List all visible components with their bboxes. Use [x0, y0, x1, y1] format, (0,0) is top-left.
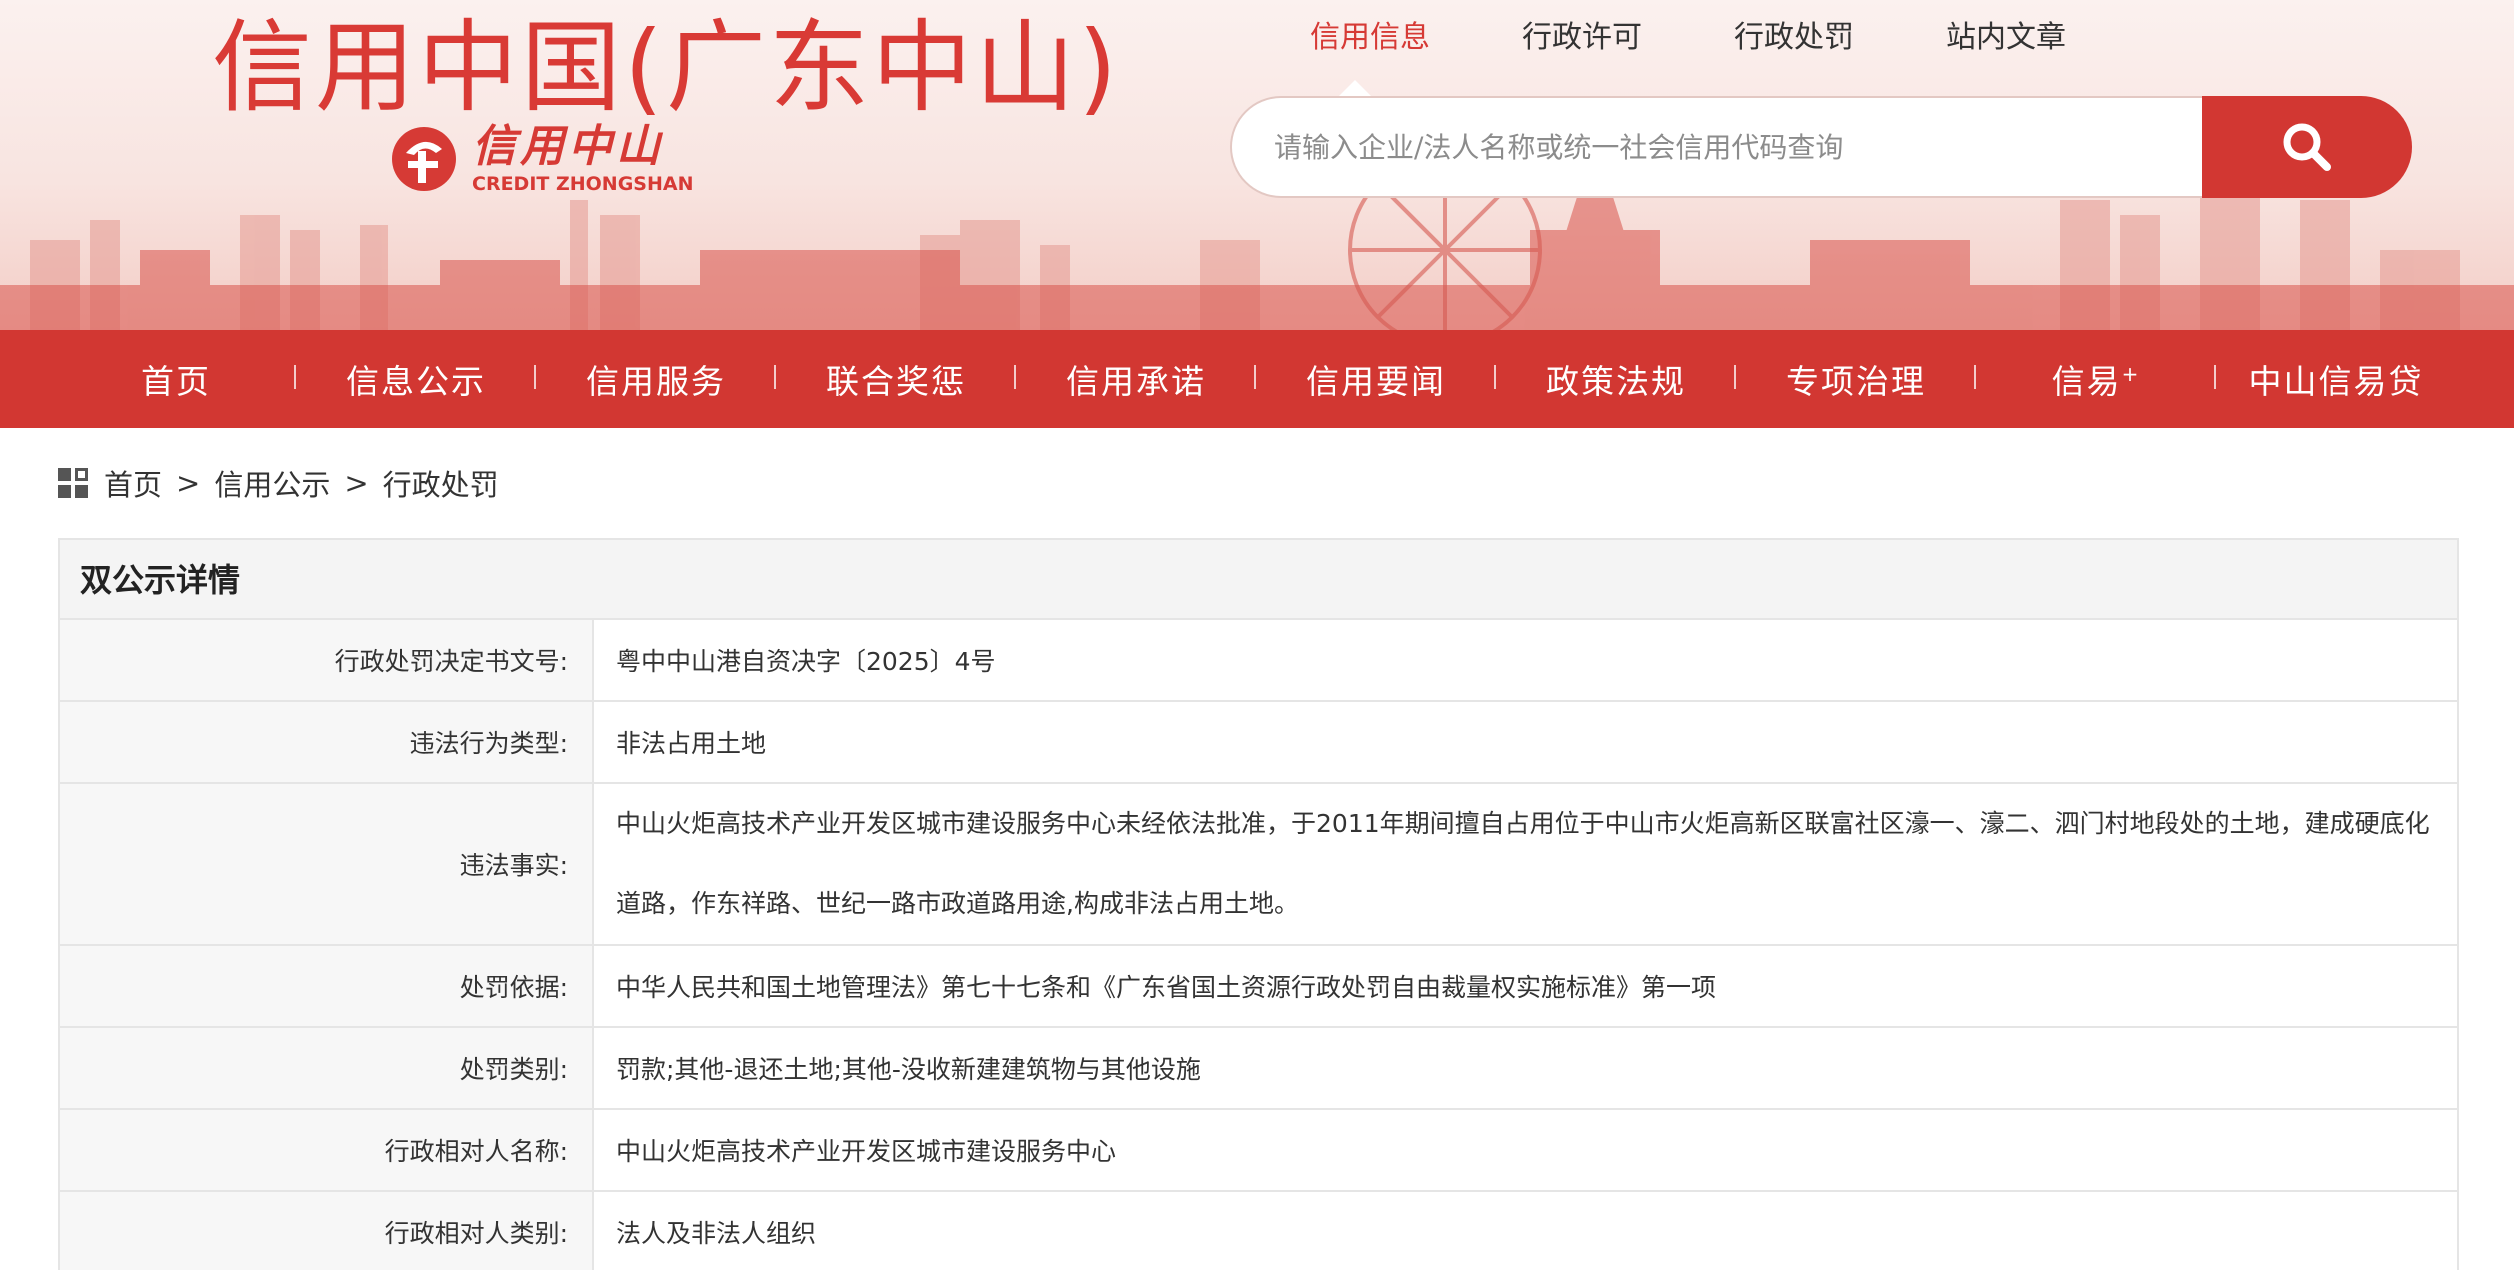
- table-row: 行政处罚决定书文号: 粤中中山港自资决字〔2025〕4号: [60, 620, 2457, 702]
- main-nav-special-governance[interactable]: 专项治理: [1736, 355, 1976, 403]
- top-nav-credit-info[interactable]: 信用信息: [1310, 16, 1430, 60]
- row-value: 中华人民共和国土地管理法》第七十七条和《广东省国土资源行政处罚自由裁量权实施标准…: [616, 973, 1717, 1002]
- top-nav: 信用信息 行政许可 行政处罚 站内文章: [1310, 16, 2066, 60]
- xinyi-plus-suffix: +: [2121, 362, 2141, 386]
- breadcrumb-separator: >: [176, 466, 201, 500]
- row-value: 粤中中山港自资决字〔2025〕4号: [616, 647, 996, 676]
- top-nav-site-articles[interactable]: 站内文章: [1946, 16, 2066, 60]
- row-label: 违法行为类型:: [60, 702, 594, 782]
- row-label: 违法事实:: [60, 784, 594, 944]
- credit-zhongshan-logo-icon: [392, 127, 456, 191]
- main-nav-xinyi-plus[interactable]: 信易+: [1976, 355, 2216, 403]
- top-nav-admin-license[interactable]: 行政许可: [1522, 16, 1642, 60]
- breadcrumb-home[interactable]: 首页: [104, 462, 162, 504]
- grid-icon: [58, 468, 88, 498]
- table-row: 行政相对人名称: 中山火炬高技术产业开发区城市建设服务中心: [60, 1110, 2457, 1192]
- main-nav-info-disclosure[interactable]: 信息公示: [296, 355, 536, 403]
- row-label: 处罚依据:: [60, 946, 594, 1026]
- main-nav-zhongshan-xinyidai[interactable]: 中山信易贷: [2216, 355, 2456, 403]
- row-label: 处罚类别:: [60, 1028, 594, 1108]
- row-value: 罚款;其他-退还土地;其他-没收新建建筑物与其他设施: [616, 1055, 1201, 1084]
- row-value: 法人及非法人组织: [616, 1219, 817, 1248]
- logo-chinese-text: 信用中山: [472, 121, 664, 172]
- main-nav: 首页 信息公示 信用服务 联合奖惩 信用承诺 信用要闻 政策法规 专项治理 信易…: [0, 330, 2514, 428]
- site-logo[interactable]: 信用中山 CREDIT ZHONGSHAN: [388, 122, 694, 196]
- table-row: 处罚类别: 罚款;其他-退还土地;其他-没收新建建筑物与其他设施: [60, 1028, 2457, 1110]
- breadcrumb: 首页 > 信用公示 > 行政处罚: [58, 462, 499, 504]
- breadcrumb-separator: >: [344, 466, 369, 500]
- row-label: 行政处罚决定书文号:: [60, 620, 594, 700]
- table-row: 违法行为类型: 非法占用土地: [60, 702, 2457, 784]
- site-header: 信用中国(广东中山) 信用中山 CREDIT ZHONGSHAN 信用信息 行政…: [0, 0, 2514, 330]
- top-nav-admin-penalty[interactable]: 行政处罚: [1734, 16, 1854, 60]
- logo-english-text: CREDIT ZHONGSHAN: [472, 173, 694, 195]
- breadcrumb-credit-disclosure[interactable]: 信用公示: [214, 462, 330, 504]
- row-value: 中山火炬高技术产业开发区城市建设服务中心: [616, 1137, 1117, 1166]
- main-nav-credit-commitment[interactable]: 信用承诺: [1016, 355, 1256, 403]
- table-row: 行政相对人类别: 法人及非法人组织: [60, 1192, 2457, 1270]
- main-nav-joint-rewards-punishments[interactable]: 联合奖惩: [776, 355, 1016, 403]
- search-button[interactable]: [2202, 96, 2412, 198]
- breadcrumb-admin-penalty[interactable]: 行政处罚: [383, 462, 499, 504]
- main-nav-credit-news[interactable]: 信用要闻: [1256, 355, 1496, 403]
- search-bar: [1230, 96, 2412, 198]
- main-nav-home[interactable]: 首页: [56, 355, 296, 403]
- site-title: 信用中国(广东中山): [212, 9, 1121, 126]
- panel-title: 双公示详情: [60, 540, 2457, 620]
- row-value: 中山火炬高技术产业开发区城市建设服务中心未经依法批准，于2011年期间擅自占用位…: [616, 809, 2430, 918]
- search-input[interactable]: [1230, 96, 2202, 198]
- detail-panel: 双公示详情 行政处罚决定书文号: 粤中中山港自资决字〔2025〕4号 违法行为类…: [58, 538, 2459, 1270]
- row-label: 行政相对人名称:: [60, 1110, 594, 1190]
- table-row: 处罚依据: 中华人民共和国土地管理法》第七十七条和《广东省国土资源行政处罚自由裁…: [60, 946, 2457, 1028]
- search-icon: [2283, 123, 2331, 171]
- row-value: 非法占用土地: [616, 729, 767, 758]
- table-row: 违法事实: 中山火炬高技术产业开发区城市建设服务中心未经依法批准，于2011年期…: [60, 784, 2457, 946]
- row-label: 行政相对人类别:: [60, 1192, 594, 1270]
- main-nav-credit-services[interactable]: 信用服务: [536, 355, 776, 403]
- main-nav-policies-regulations[interactable]: 政策法规: [1496, 355, 1736, 403]
